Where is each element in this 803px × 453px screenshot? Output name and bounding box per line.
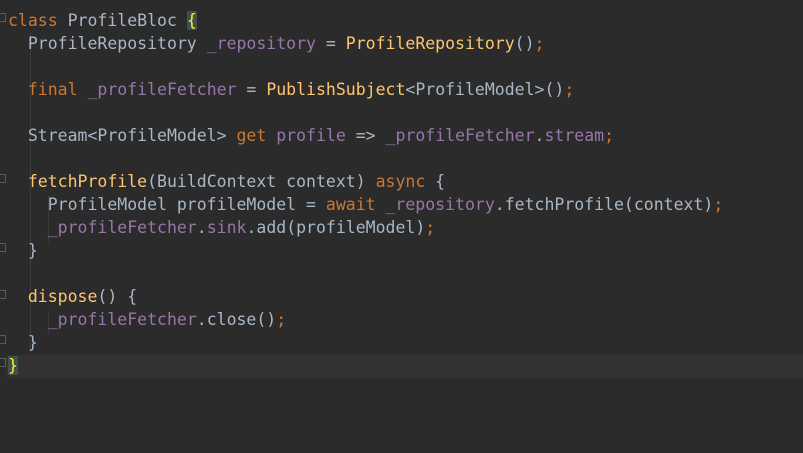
code-token: ; — [425, 218, 436, 237]
code-token: .fetchProfile(context) — [494, 195, 714, 214]
fold-marker-icon[interactable] — [0, 243, 6, 252]
code-token: ; — [534, 34, 545, 53]
code-token: <ProfileModel>() — [405, 80, 565, 99]
code-line[interactable]: final _profileFetcher = PublishSubject<P… — [8, 78, 574, 101]
code-token: .add(profileModel) — [246, 218, 426, 237]
code-token: Stream<ProfileModel> — [8, 126, 237, 145]
code-line[interactable]: fetchProfile(BuildContext context) async… — [8, 170, 445, 193]
code-token: await — [325, 195, 376, 214]
code-token: PublishSubject — [266, 80, 406, 99]
code-token: = — [236, 80, 267, 99]
code-token: get — [236, 126, 267, 145]
code-token: = — [315, 34, 346, 53]
code-line[interactable]: dispose() { — [8, 285, 137, 308]
code-token: ProfileModel profileModel = — [8, 195, 326, 214]
code-token: } — [8, 356, 18, 375]
code-line[interactable]: Stream<ProfileModel> get profile => _pro… — [8, 124, 614, 147]
code-line[interactable]: } — [8, 331, 38, 354]
code-token: dispose — [27, 287, 98, 306]
code-line[interactable]: ProfileModel profileModel = await _repos… — [8, 193, 724, 216]
code-token: (BuildContext context) — [147, 172, 376, 191]
code-token: profile — [276, 126, 346, 145]
code-token: ; — [564, 80, 575, 99]
code-line[interactable]: ProfileRepository _repository = ProfileR… — [8, 32, 545, 55]
code-token: _profileFetcher — [47, 218, 197, 237]
code-token: () { — [97, 287, 138, 306]
fold-marker-icon[interactable] — [0, 13, 6, 22]
code-line[interactable]: class ProfileBloc { — [8, 9, 197, 32]
code-token: _repository — [385, 195, 495, 214]
code-token: class — [8, 11, 58, 30]
code-token: _profileFetcher — [385, 126, 535, 145]
code-token: } — [8, 333, 38, 352]
code-token: sink — [206, 218, 247, 237]
code-token: async — [375, 172, 426, 191]
code-token: ; — [713, 195, 724, 214]
code-token: { — [186, 11, 197, 30]
code-token: _repository — [206, 34, 316, 53]
caret-line-highlight — [0, 355, 803, 378]
code-line[interactable]: _profileFetcher.close(); — [8, 308, 286, 331]
code-token: _profileFetcher — [87, 80, 237, 99]
fold-marker-icon[interactable] — [0, 290, 6, 299]
code-token: ; — [604, 126, 615, 145]
code-line[interactable]: } — [8, 239, 38, 262]
code-token: => — [345, 126, 386, 145]
editor-gutter — [0, 0, 6, 453]
code-token: () — [514, 34, 535, 53]
code-editor[interactable]: class ProfileBloc { ProfileRepository _r… — [0, 0, 803, 453]
code-token: ProfileRepository — [345, 34, 515, 53]
fold-marker-icon[interactable] — [0, 174, 6, 183]
code-token: . — [196, 218, 207, 237]
code-token: ProfileBloc — [57, 11, 187, 30]
code-token: ; — [276, 310, 287, 329]
fold-marker-icon[interactable] — [0, 358, 6, 367]
fold-marker-icon[interactable] — [0, 335, 6, 344]
code-token: stream — [544, 126, 605, 145]
code-token: fetchProfile — [27, 172, 148, 191]
code-line[interactable]: _profileFetcher.sink.add(profileModel); — [8, 216, 435, 239]
code-line[interactable]: } — [8, 354, 18, 377]
code-token: final — [27, 80, 78, 99]
code-token: ProfileRepository — [8, 34, 207, 53]
code-token: } — [8, 241, 38, 260]
code-token: _profileFetcher — [47, 310, 197, 329]
code-token: { — [425, 172, 446, 191]
code-token: .close() — [196, 310, 277, 329]
code-token: . — [534, 126, 545, 145]
